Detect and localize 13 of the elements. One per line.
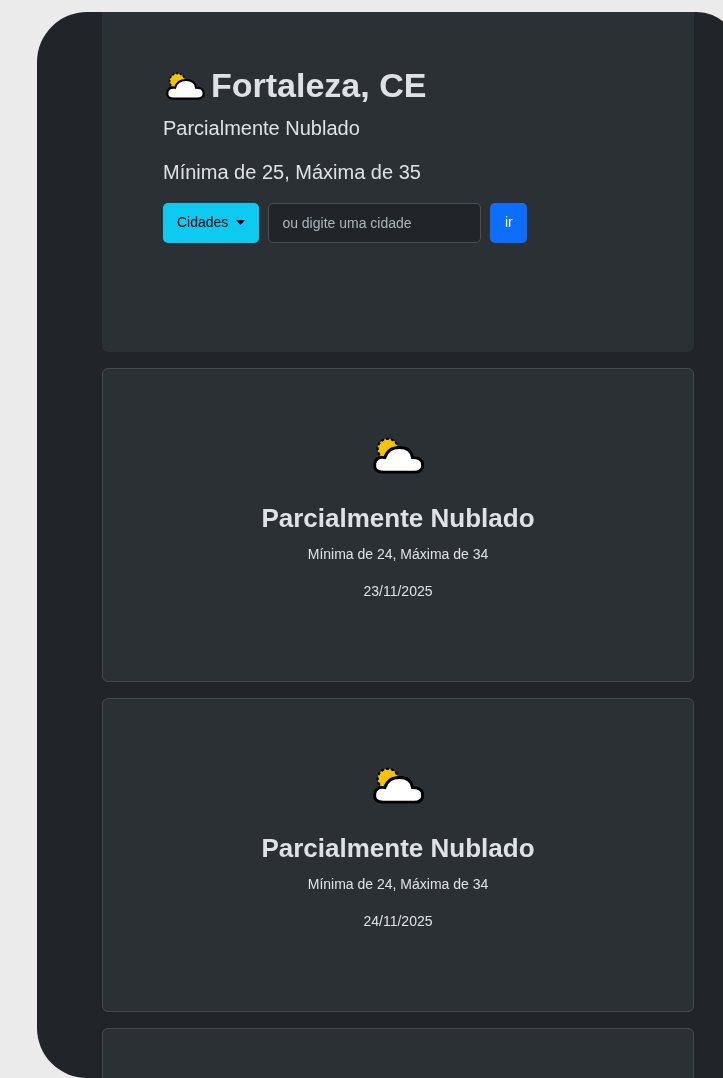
current-temperature-range: Mínima de 25, Máxima de 35 [163,159,422,185]
city-input-field[interactable]: ou digite uma cidade [268,202,482,243]
forecast-temperature-range: Mínima de 24, Máxima de 34 [307,544,489,564]
city-title: Fortaleza, CE [211,65,427,106]
caret-icon [236,220,246,225]
forecast-condition: Parcialmente Nublado [261,831,535,865]
go-button[interactable]: ir [490,202,528,243]
current-condition: Parcialmente Nublado [163,115,361,141]
forecast-temperature-range: Mínima de 24, Máxima de 34 [307,874,489,894]
forecast-date: 24/11/2025 [363,911,433,931]
forecast-date: 23/11/2025 [363,581,433,601]
forecast-condition: Parcialmente Nublado [261,501,535,535]
cities-dropdown[interactable]: Cidades [163,202,260,243]
